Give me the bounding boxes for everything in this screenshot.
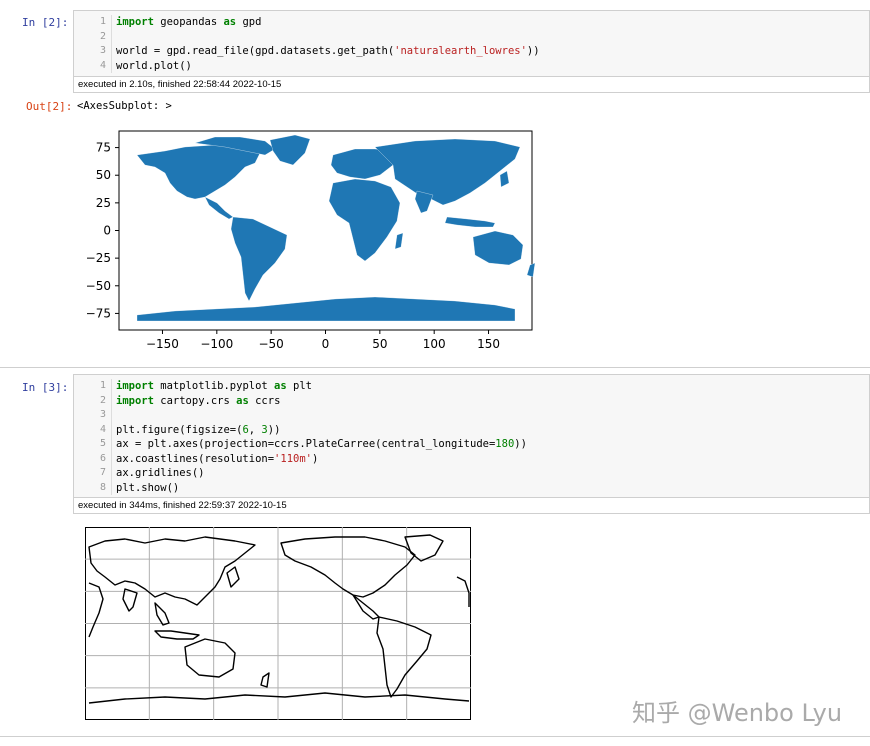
line-number-gutter: 1 2 3 4 5 6 7 8 [74, 379, 112, 495]
australia-shape [472, 230, 524, 266]
watermark: 知乎 @Wenbo Lyu [632, 699, 843, 727]
south-america-shape [230, 216, 288, 302]
country-polygons [136, 134, 536, 322]
north-america-shape [136, 144, 261, 200]
asia-shape [374, 138, 521, 206]
y-tick-label: 0 [103, 224, 111, 238]
new-zealand-shape [526, 262, 536, 278]
output-prompt-2: Out[2]: [26, 100, 73, 113]
cell-separator [0, 367, 870, 368]
world-map-plot: −150 −100 −50 0 50 100 150 75 50 25 0 −25 −50 −75 [86, 130, 536, 351]
x-tick-label: 150 [477, 337, 500, 351]
x-tick-label: −100 [200, 337, 233, 351]
code-editor[interactable]: import matplotlib.pyplot as plt import c… [112, 379, 527, 495]
x-tick-label: 0 [322, 337, 330, 351]
coastline-map-plot [85, 527, 471, 720]
code-cell-1[interactable]: 1 2 3 4 import geopandas as gpd world = … [73, 10, 870, 93]
y-tick-label: 75 [96, 141, 111, 155]
execution-info: executed in 2.10s, finished 22:58:44 202… [74, 76, 869, 92]
india-shape [414, 190, 434, 214]
x-tick-label: 100 [423, 337, 446, 351]
input-prompt-2: In [2]: [22, 16, 69, 29]
antarctica-shape [136, 296, 516, 322]
y-tick-label: 50 [96, 168, 111, 182]
y-tick-label: 25 [96, 196, 111, 210]
y-tick-label: −25 [86, 251, 111, 265]
japan-shape [499, 170, 510, 188]
africa-shape [328, 178, 401, 262]
x-tick-label: 50 [372, 337, 387, 351]
greenland-shape [269, 134, 311, 166]
output-text: <AxesSubplot: > [77, 100, 172, 112]
execution-info: executed in 344ms, finished 22:59:37 202… [74, 497, 869, 513]
code-editor[interactable]: import geopandas as gpd world = gpd.read… [112, 15, 540, 73]
central-america-shape [204, 196, 234, 220]
input-prompt-3: In [3]: [22, 381, 69, 394]
cell-separator [0, 736, 870, 737]
code-cell-2[interactable]: 1 2 3 4 5 6 7 8 import matplotlib.pyplot… [73, 374, 870, 514]
y-tick-label: −50 [86, 279, 111, 293]
x-tick-label: −50 [258, 337, 283, 351]
line-number-gutter: 1 2 3 4 [74, 15, 112, 73]
madagascar-shape [394, 232, 404, 250]
indonesia-shape [444, 216, 496, 228]
x-tick-label: −150 [146, 337, 179, 351]
y-tick-label: −75 [86, 306, 111, 320]
